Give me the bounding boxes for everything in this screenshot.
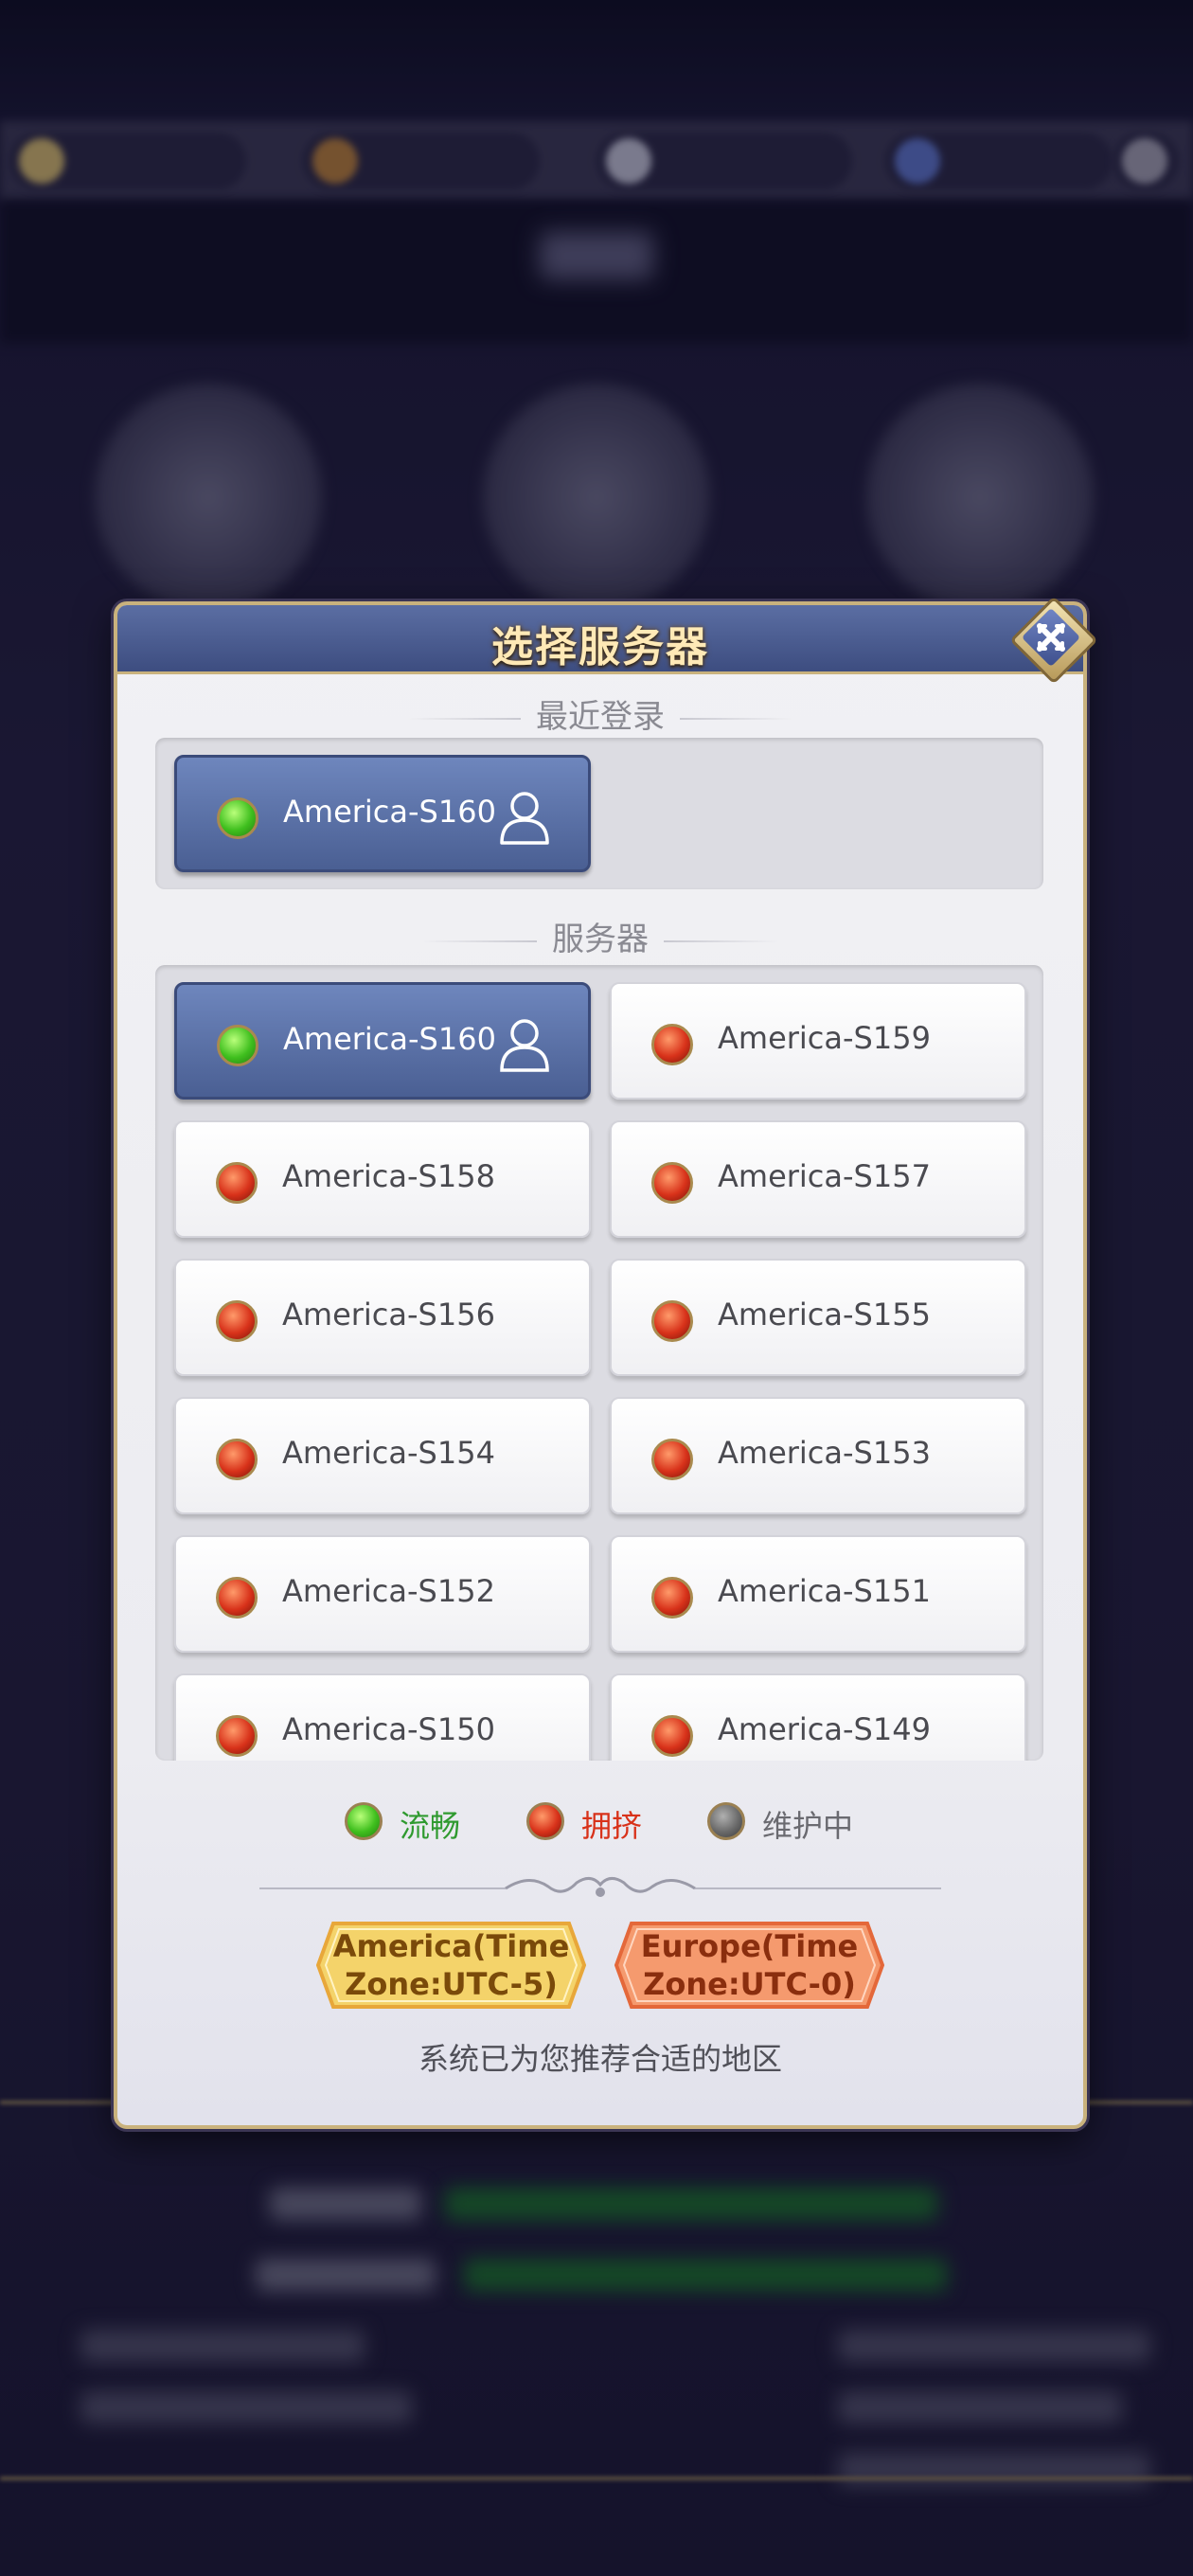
region-america-button[interactable]: America(Time Zone:UTC-5) [316,1920,586,2011]
recent-login-label: 最近登录 [117,690,1083,737]
status-red-icon [651,1162,693,1204]
status-red-icon [651,1715,693,1757]
server-button[interactable]: America-S160 [174,982,591,1100]
status-red-icon [216,1300,258,1342]
label-decoration [423,939,537,942]
label-decoration [664,939,777,942]
server-button[interactable]: America-S154 [174,1397,591,1514]
server-name: America-S159 [718,1020,931,1056]
server-select-dialog: 选择服务器 最近登录 America-S160 服务器 America-S160… [114,596,1098,2129]
server-button[interactable]: America-S150 [174,1673,591,1761]
region-hint: 系统已为您推荐合适的地区 [418,2041,782,2077]
status-red-icon [651,1439,693,1480]
label-decoration [407,717,521,720]
server-list-panel[interactable]: America-S160 America-S159 America-S158 Amer… [155,965,1043,1761]
status-green-icon [217,797,258,839]
status-gray-icon [707,1802,745,1840]
status-red-icon [651,1024,693,1065]
server-button[interactable]: America-S157 [610,1120,1026,1238]
recent-login-text: 最近登录 [536,698,665,736]
user-icon [500,1019,549,1072]
recent-server-panel: America-S160 [155,738,1043,889]
recent-server-button[interactable]: America-S160 [174,755,591,872]
status-red-icon [216,1715,258,1757]
legend-smooth-label: 流畅 [400,1808,461,1844]
region-europe-label: Europe(Time Zone:UTC-0) [614,1927,884,2003]
server-name: America-S149 [718,1711,931,1747]
server-name: America-S152 [282,1573,495,1609]
label-decoration [680,717,793,720]
server-name: America-S153 [718,1435,931,1471]
server-button[interactable]: America-S149 [610,1673,1026,1761]
servers-label: 服务器 [117,913,1083,959]
status-red-icon [651,1577,693,1619]
dialog-title: 选择服务器 [491,623,709,671]
close-icon [1037,623,1065,652]
status-green-icon [345,1802,383,1840]
server-name: America-S155 [718,1297,931,1333]
status-red-icon [216,1439,258,1480]
close-button[interactable] [1007,594,1098,685]
region-america-label: America(Time Zone:UTC-5) [316,1927,586,2003]
server-name: America-S154 [282,1435,495,1471]
status-red-icon [526,1802,564,1840]
server-button[interactable]: America-S151 [610,1535,1026,1653]
server-name: America-S158 [282,1158,495,1194]
ornament-divider [259,1877,941,1897]
server-button[interactable]: America-S159 [610,982,1026,1100]
server-name: America-S150 [282,1711,495,1747]
status-red-icon [216,1577,258,1619]
server-button[interactable]: America-S153 [610,1397,1026,1514]
status-red-icon [216,1162,258,1204]
region-label-line: Europe(Time [640,1928,859,1964]
server-name: America-S157 [718,1158,931,1194]
server-button[interactable]: America-S158 [174,1120,591,1238]
region-label-line: Zone:UTC-0) [643,1966,856,2002]
region-europe-button[interactable]: Europe(Time Zone:UTC-0) [614,1920,884,2011]
status-red-icon [651,1300,693,1342]
server-name: America-S151 [718,1573,931,1609]
dialog-header: 选择服务器 [117,605,1083,674]
servers-text: 服务器 [552,921,649,958]
server-button[interactable]: America-S156 [174,1259,591,1376]
server-name: America-S156 [282,1297,495,1333]
status-green-icon [217,1025,258,1066]
region-label-line: America(Time [332,1928,570,1964]
legend-maintenance-label: 维护中 [762,1808,854,1844]
server-button[interactable]: America-S152 [174,1535,591,1653]
server-name: America-S160 [283,794,496,830]
legend-crowded-label: 拥挤 [581,1808,643,1844]
server-button[interactable]: America-S155 [610,1259,1026,1376]
server-name: America-S160 [283,1021,496,1057]
user-icon [500,792,549,845]
region-label-line: Zone:UTC-5) [345,1966,558,2002]
